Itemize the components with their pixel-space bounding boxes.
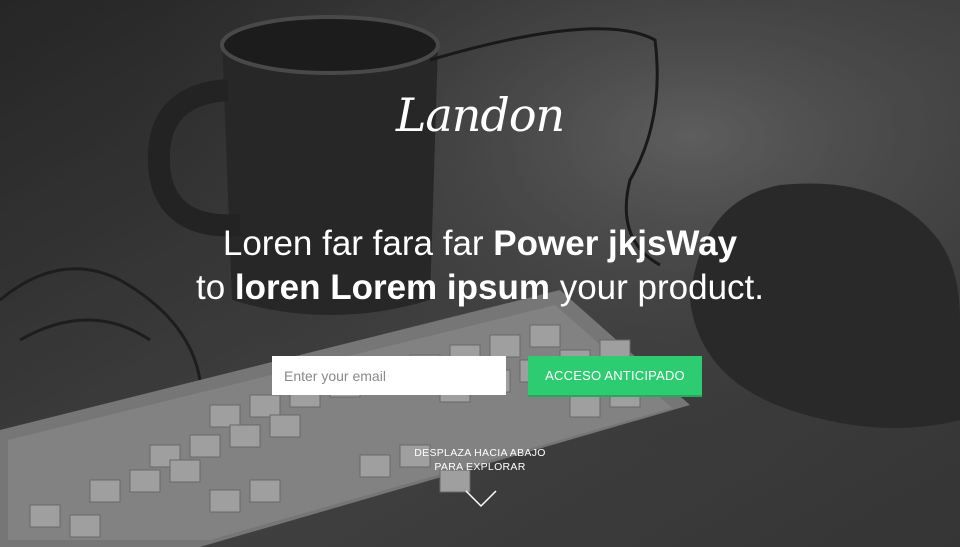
- hero-content: Landon Loren far fara far Power jkjsWay …: [0, 0, 960, 547]
- scroll-hint-line2: PARA EXPLORAR: [434, 461, 526, 473]
- hero-section: Landon Loren far fara far Power jkjsWay …: [0, 0, 960, 547]
- headline-line1-bold: Power jkjsWay: [493, 224, 738, 263]
- headline-line2-suffix: your product.: [549, 268, 764, 307]
- email-input[interactable]: [272, 356, 506, 395]
- chevron-down-icon[interactable]: [465, 490, 497, 508]
- early-access-button[interactable]: ACCESO ANTICIPADO: [528, 356, 702, 395]
- headline-line1-prefix: Loren far fara far: [222, 224, 494, 263]
- brand-logo[interactable]: Landon: [0, 88, 960, 142]
- headline-line2-bold: loren Lorem ipsum: [234, 268, 550, 307]
- hero-headline: Loren far fara far Power jkjsWay to lore…: [0, 222, 960, 310]
- scroll-hint-line1: DESPLAZA HACIA ABAJO: [414, 447, 546, 459]
- scroll-hint: DESPLAZA HACIA ABAJO PARA EXPLORAR: [0, 446, 960, 474]
- headline-line2-prefix: to: [196, 268, 235, 307]
